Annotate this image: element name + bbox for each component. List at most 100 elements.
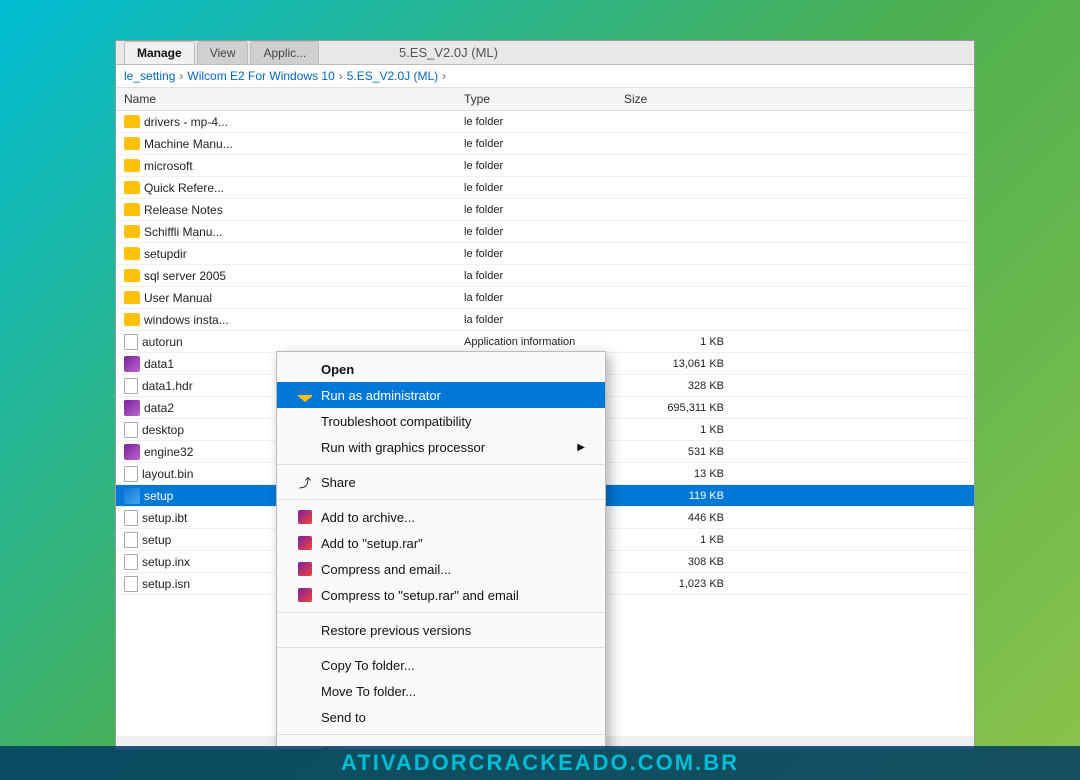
file-icon: [124, 554, 138, 570]
file-size-cell: 13,061 KB: [624, 358, 724, 370]
file-type-cell: le folder: [464, 248, 624, 260]
file-name-cell: drivers - mp-4...: [124, 115, 324, 129]
context-menu-item-run-with-graphics-processor[interactable]: Run with graphics processor ▶: [277, 434, 605, 460]
file-name-text: Machine Manu...: [144, 137, 233, 151]
menu-item-icon: [297, 361, 313, 377]
folder-icon: [124, 203, 140, 216]
folder-icon: [124, 269, 140, 282]
table-row[interactable]: Machine Manu... le folder: [116, 133, 974, 155]
table-row[interactable]: windows insta... la folder: [116, 309, 974, 331]
folder-icon: [124, 291, 140, 304]
context-menu-item-move-to-folder[interactable]: Move To folder...: [277, 678, 605, 704]
breadcrumb-bar: le_setting › Wilcom E2 For Windows 10 › …: [116, 65, 974, 88]
breadcrumb-part3[interactable]: 5.ES_V2.0J (ML): [347, 69, 438, 83]
file-size-cell: 531 KB: [624, 446, 724, 458]
menu-item-label: Open: [321, 362, 354, 377]
menu-separator: [277, 647, 605, 648]
breadcrumb-sep2: ›: [339, 69, 343, 83]
table-row[interactable]: sql server 2005 la folder: [116, 265, 974, 287]
file-name-text: data1: [144, 357, 174, 371]
tab-view[interactable]: View: [197, 41, 249, 64]
tab-bar: Manage View Applic... 5.ES_V2.0J (ML): [116, 41, 974, 65]
file-name-cell: setupdir: [124, 247, 324, 261]
winrar-icon: [298, 536, 312, 550]
submenu-arrow: ▶: [577, 442, 585, 453]
file-name-cell: sql server 2005: [124, 269, 324, 283]
share-icon: ⤴: [299, 474, 311, 491]
file-size-cell: 13 KB: [624, 468, 724, 480]
menu-item-label: Compress to "setup.rar" and email: [321, 588, 519, 603]
file-name-text: setup: [144, 489, 173, 503]
menu-item-label: Share: [321, 475, 356, 490]
table-row[interactable]: Schiffli Manu... le folder: [116, 221, 974, 243]
file-name-text: data2: [144, 401, 174, 415]
context-menu-item-share[interactable]: ⤴ Share: [277, 469, 605, 495]
context-menu-item-troubleshoot-compatibility[interactable]: Troubleshoot compatibility: [277, 408, 605, 434]
rar-icon: [124, 444, 140, 460]
file-name-text: Release Notes: [144, 203, 223, 217]
file-icon: [124, 466, 138, 482]
file-name-text: layout.bin: [142, 467, 193, 481]
context-menu-item-compress-and-email[interactable]: Compress and email...: [277, 556, 605, 582]
menu-item-label: Compress and email...: [321, 562, 451, 577]
window-title-area: 5.ES_V2.0J (ML): [321, 41, 966, 64]
context-menu-item-add-to-archive[interactable]: Add to archive...: [277, 504, 605, 530]
explorer-window: Manage View Applic... 5.ES_V2.0J (ML) le…: [115, 40, 975, 750]
breadcrumb-part1[interactable]: le_setting: [124, 69, 175, 83]
menu-item-label: Run with graphics processor: [321, 440, 485, 455]
file-type-cell: le folder: [464, 182, 624, 194]
file-name-cell: Release Notes: [124, 203, 324, 217]
file-name-cell: microsoft: [124, 159, 324, 173]
menu-item-icon: [297, 387, 313, 403]
menu-item-label: Add to "setup.rar": [321, 536, 423, 551]
context-menu-item-add-to-setuprar[interactable]: Add to "setup.rar": [277, 530, 605, 556]
menu-item-icon: [297, 535, 313, 551]
file-name-text: Quick Refere...: [144, 181, 224, 195]
file-icon: [124, 334, 138, 350]
table-row[interactable]: setupdir le folder: [116, 243, 974, 265]
folder-icon: [124, 159, 140, 172]
context-menu-item-copy-to-folder[interactable]: Copy To folder...: [277, 652, 605, 678]
menu-separator: [277, 612, 605, 613]
file-name-cell: Quick Refere...: [124, 181, 324, 195]
context-menu-item-send-to[interactable]: Send to: [277, 704, 605, 730]
context-menu: Open Run as administratorTroubleshoot com…: [276, 351, 606, 750]
file-name-cell: User Manual: [124, 291, 324, 305]
menu-item-label: Copy To folder...: [321, 658, 415, 673]
file-name-cell: Machine Manu...: [124, 137, 324, 151]
file-name-text: desktop: [142, 423, 184, 437]
file-size-cell: 1 KB: [624, 534, 724, 546]
file-size-cell: 119 KB: [624, 490, 724, 502]
tab-manage[interactable]: Manage: [124, 41, 195, 64]
table-row[interactable]: microsoft le folder: [116, 155, 974, 177]
table-row[interactable]: autorun Application information 1 KB: [116, 331, 974, 353]
menu-item-icon: ⤴: [297, 474, 313, 490]
file-icon: [124, 510, 138, 526]
context-menu-item-open[interactable]: Open: [277, 356, 605, 382]
breadcrumb-sep1: ›: [179, 69, 183, 83]
menu-item-icon: [297, 587, 313, 603]
table-row[interactable]: Quick Refere... le folder: [116, 177, 974, 199]
context-menu-item-restore-previous-versions[interactable]: Restore previous versions: [277, 617, 605, 643]
table-row[interactable]: Release Notes le folder: [116, 199, 974, 221]
menu-separator: [277, 464, 605, 465]
tab-applic[interactable]: Applic...: [250, 41, 319, 64]
file-name-text: setup: [142, 533, 171, 547]
file-name-text: setup.isn: [142, 577, 190, 591]
file-size-cell: 328 KB: [624, 380, 724, 392]
menu-separator: [277, 499, 605, 500]
file-type-cell: la folder: [464, 270, 624, 282]
folder-icon: [124, 115, 140, 128]
menu-item-label: Move To folder...: [321, 684, 416, 699]
table-row[interactable]: User Manual la folder: [116, 287, 974, 309]
context-menu-item-run-as-administrator[interactable]: Run as administrator: [277, 382, 605, 408]
table-row[interactable]: drivers - mp-4... le folder: [116, 111, 974, 133]
col-header-name[interactable]: Name: [124, 92, 324, 106]
context-menu-item-compress-to-setuprar-and-email[interactable]: Compress to "setup.rar" and email: [277, 582, 605, 608]
file-size-cell: 1 KB: [624, 336, 724, 348]
file-name-cell: windows insta...: [124, 313, 324, 327]
exe-icon: [124, 488, 140, 504]
rar-icon: [124, 356, 140, 372]
breadcrumb-part2[interactable]: Wilcom E2 For Windows 10: [187, 69, 334, 83]
file-name-text: autorun: [142, 335, 183, 349]
